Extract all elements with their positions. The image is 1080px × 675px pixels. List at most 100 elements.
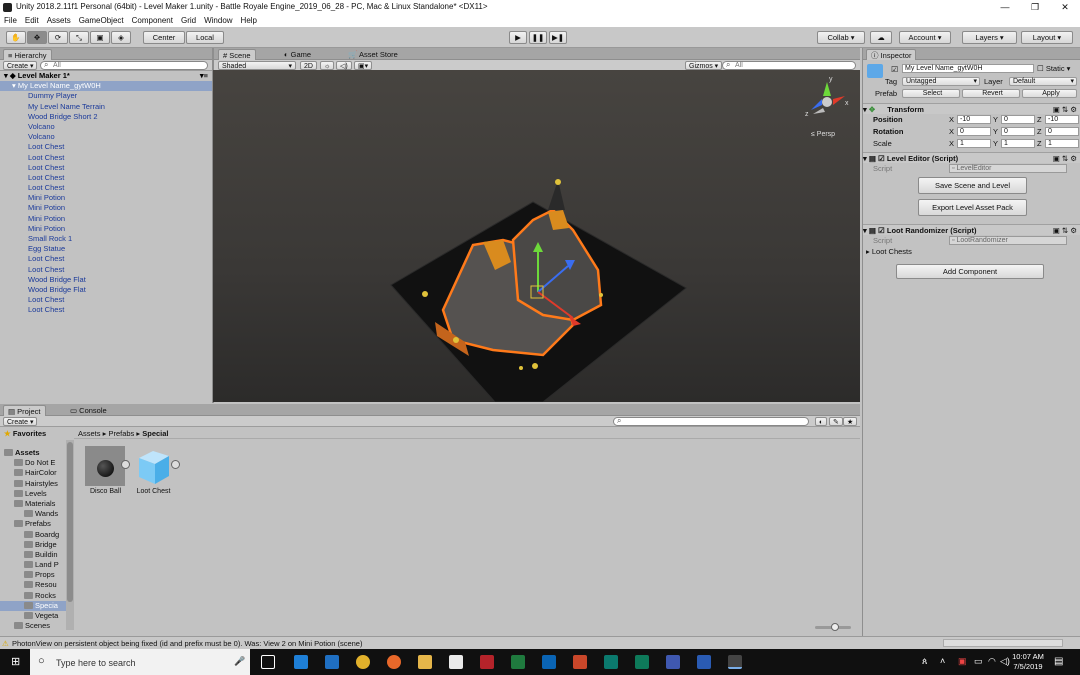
project-folder-item[interactable]: Do Not E (0, 458, 66, 468)
position-z-field[interactable]: -10 (1045, 115, 1079, 124)
2d-toggle[interactable]: 2D (300, 61, 317, 70)
hierarchy-item[interactable]: Mini Potion (0, 193, 212, 203)
move-tool-icon[interactable]: ✥ (27, 31, 47, 44)
loot-chest-thumbnail[interactable] (135, 446, 180, 486)
lighting-toggle-icon[interactable]: ☼ (320, 61, 335, 70)
hierarchy-item[interactable]: My Level Name Terrain (0, 102, 212, 112)
status-bar[interactable]: ⚠ PhotonView on persistent object being … (0, 636, 1080, 649)
excel-icon[interactable] (511, 655, 525, 669)
rotation-y-field[interactable]: 0 (1001, 127, 1035, 136)
project-folder-item[interactable]: Boardg (0, 530, 66, 540)
minimize-button[interactable]: — (990, 0, 1020, 14)
outlook-icon[interactable] (542, 655, 556, 669)
publisher-icon[interactable] (604, 655, 618, 669)
position-z-axis-label[interactable]: Z (1037, 115, 1042, 125)
hierarchy-item[interactable]: Wood Bridge Short 2 (0, 112, 212, 122)
hierarchy-item[interactable]: Loot Chest (0, 142, 212, 152)
tab-asset-store[interactable]: 🛒 Asset Store (344, 49, 402, 60)
persp-label[interactable]: ≤ Persp (811, 131, 835, 138)
menu-grid[interactable]: Grid (177, 14, 200, 27)
pivot-center-toggle[interactable]: Center (143, 31, 185, 44)
taskbar-clock[interactable]: 10:07 AM 7/5/2019 (1010, 652, 1046, 672)
rotation-x-field[interactable]: 0 (957, 127, 991, 136)
word-icon[interactable] (697, 655, 711, 669)
level-editor-header[interactable]: ▾ ▤ ☑ Level Editor (Script) ▣ ⇅ ⚙ (863, 152, 1080, 163)
hierarchy-item[interactable]: Dummy Player (0, 91, 212, 101)
tab-inspector[interactable]: ⓘ Inspector (866, 49, 917, 60)
project-folder-item[interactable]: Bridge (0, 540, 66, 550)
breadcrumb-special[interactable]: Special (142, 429, 168, 438)
people-icon[interactable]: ጰ (922, 656, 927, 667)
export-level-button[interactable]: Export Level Asset Pack (918, 199, 1027, 216)
task-view-icon[interactable] (261, 655, 275, 669)
favorites-header[interactable]: ★ Favorites (0, 428, 70, 439)
menu-assets[interactable]: Assets (43, 14, 75, 27)
loot-chest-marker[interactable] (555, 179, 561, 185)
orientation-gizmo-center[interactable] (822, 97, 832, 107)
project-folder-item[interactable]: Wands (0, 509, 66, 519)
project-folder-item[interactable]: Rocks (0, 591, 66, 601)
project-search-input[interactable] (613, 417, 809, 426)
rect-tool-icon[interactable]: ▣ (90, 31, 110, 44)
potion-marker[interactable] (599, 293, 603, 297)
project-folder-item[interactable]: Resou (0, 580, 66, 590)
tab-project[interactable]: ▤ Project (3, 405, 46, 416)
project-create-button[interactable]: Create ▾ (3, 417, 38, 426)
layer-dropdown[interactable]: Default ▾ (1009, 77, 1077, 86)
transform-header[interactable]: ▾ ✥ Transform ▣ ⇅ ⚙ (863, 103, 1080, 114)
loot-chest-marker[interactable] (532, 363, 538, 369)
powerpoint-icon[interactable] (573, 655, 587, 669)
edge-icon[interactable] (294, 655, 308, 669)
menu-gameobject[interactable]: GameObject (75, 14, 128, 27)
shading-dropdown[interactable]: Shaded ▾ (218, 61, 296, 70)
asset-label-disco-ball[interactable]: Disco Ball (78, 488, 133, 495)
layout-dropdown[interactable]: Layout ▾ (1021, 31, 1073, 44)
hierarchy-item[interactable]: Loot Chest (0, 265, 212, 275)
effects-dropdown-icon[interactable]: ▣▾ (354, 61, 373, 70)
potion-marker[interactable] (519, 366, 523, 370)
project-app-icon[interactable] (635, 655, 649, 669)
rotation-y-axis-label[interactable]: Y (993, 127, 998, 137)
menu-edit[interactable]: Edit (21, 14, 43, 27)
prefab-expand-icon[interactable] (171, 460, 180, 469)
hierarchy-item[interactable]: Wood Bridge Flat (0, 285, 212, 295)
taskbar-search-box[interactable]: ○ Type here to search 🎤 (30, 649, 250, 675)
close-button[interactable]: ✕ (1050, 0, 1080, 14)
tab-console[interactable]: ▭ Console (66, 405, 111, 416)
orientation-z-cone[interactable] (811, 99, 822, 110)
breadcrumb-prefabs[interactable]: Prefabs (108, 429, 134, 438)
project-folder-item[interactable]: Levels (0, 489, 66, 499)
network-icon[interactable]: ▭ (974, 656, 983, 667)
project-folder-item[interactable]: Scenes (0, 621, 66, 631)
orientation-neg-cone[interactable] (813, 108, 825, 114)
unity-taskbar-icon[interactable] (728, 655, 742, 669)
hand-tool-icon[interactable]: ✋ (6, 31, 26, 44)
play-button[interactable]: ▶ (509, 31, 527, 44)
disco-ball-thumbnail[interactable] (85, 446, 130, 486)
tab-hierarchy[interactable]: ≡ Hierarchy (3, 49, 52, 60)
project-folder-item[interactable]: Props (0, 570, 66, 580)
component-settings-gear-icon[interactable]: ▣ ⇅ ⚙ (1053, 225, 1077, 236)
add-component-button[interactable]: Add Component (896, 264, 1044, 279)
chrome-icon[interactable] (356, 655, 370, 669)
level-editor-enabled-checkbox[interactable]: ☑ (878, 154, 885, 163)
hierarchy-item[interactable]: Mini Potion (0, 214, 212, 224)
transform-tool-icon[interactable]: ◈ (111, 31, 131, 44)
pause-button[interactable]: ❚❚ (529, 31, 547, 44)
hierarchy-item[interactable]: Loot Chest (0, 295, 212, 305)
hierarchy-selected-row[interactable]: ▾ My Level Name_gytW0H (0, 81, 212, 92)
hierarchy-item[interactable]: Volcano (0, 132, 212, 142)
hierarchy-scene-row[interactable]: ▾ ◆ Level Maker 1* ▾≡ (0, 71, 212, 81)
tag-dropdown[interactable]: Untagged ▾ (902, 77, 980, 86)
position-y-axis-label[interactable]: Y (993, 115, 998, 125)
hierarchy-item[interactable]: Wood Bridge Flat (0, 275, 212, 285)
gizmos-dropdown[interactable]: Gizmos ▾ (685, 61, 723, 70)
hierarchy-item[interactable]: Loot Chest (0, 153, 212, 163)
pivot-space-toggle[interactable]: Local (186, 31, 224, 44)
project-folder-item[interactable]: Land P (0, 560, 66, 570)
static-toggle[interactable]: ☐ Static ▾ (1037, 64, 1070, 73)
loot-chest-marker[interactable] (453, 337, 459, 343)
thumbnail-size-slider[interactable] (815, 623, 851, 631)
microphone-icon[interactable]: 🎤 (234, 656, 245, 667)
maximize-button[interactable]: ❐ (1020, 0, 1050, 14)
